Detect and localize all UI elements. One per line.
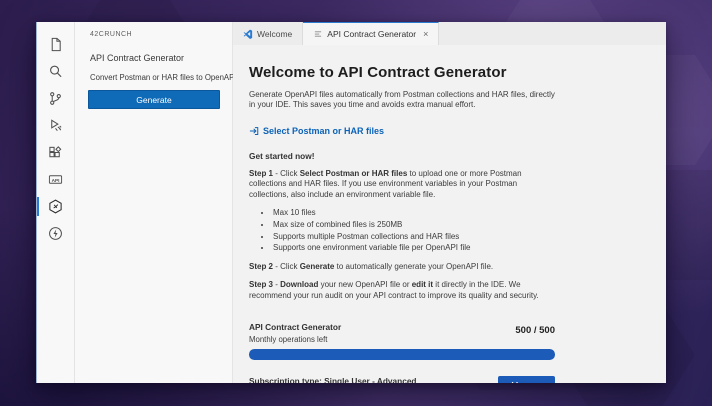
- get-started-heading: Get started now!: [249, 150, 315, 161]
- svg-text:API: API: [52, 178, 60, 183]
- vscode-logo-icon: [243, 29, 253, 39]
- generate-button[interactable]: Generate: [88, 90, 220, 109]
- tab-close-icon[interactable]: ×: [423, 29, 428, 39]
- select-files-link[interactable]: Select Postman or HAR files: [249, 126, 555, 136]
- list-item: Max 10 files: [272, 207, 555, 219]
- list-item: Supports one environment variable file p…: [272, 242, 555, 254]
- sidebar-extension-title: API Contract Generator: [90, 53, 185, 63]
- limits-list: Max 10 files Max size of combined files …: [264, 207, 555, 253]
- list-item: Supports multiple Postman collections an…: [272, 231, 555, 243]
- operations-progress-bar: [249, 349, 555, 361]
- explorer-icon[interactable]: [37, 31, 74, 58]
- editor-group: Welcome API Contract Generator × Welcome…: [233, 22, 666, 383]
- preview-lines-icon: [313, 29, 323, 39]
- search-icon[interactable]: [37, 58, 74, 85]
- usage-section: API Contract Generator Monthly operation…: [249, 322, 555, 344]
- tab-welcome-label: Welcome: [257, 28, 293, 39]
- sidebar-header: 42CRUNCH: [90, 31, 133, 38]
- tab-active-label: API Contract Generator: [327, 29, 417, 39]
- usage-title: API Contract Generator: [249, 322, 342, 333]
- usage-count: 500 / 500: [515, 325, 555, 337]
- subscription-section: Subscription type: Single User - Advance…: [249, 376, 555, 383]
- vscode-window: API 42CRUNCH API Contract Generator Conv…: [36, 22, 666, 383]
- step3-text: Step 3 - Download your new OpenAPI file …: [249, 280, 539, 300]
- intro-text: Generate OpenAPI files automatically fro…: [249, 90, 555, 110]
- usage-subtitle: Monthly operations left: [249, 335, 328, 345]
- subscription-title: Subscription type: Single User - Advance…: [249, 376, 417, 383]
- import-icon: [249, 126, 259, 135]
- tab-welcome[interactable]: Welcome: [233, 22, 304, 45]
- list-item: Max size of combined files is 250MB: [272, 219, 555, 231]
- run-debug-icon[interactable]: [37, 112, 74, 139]
- tab-bar: Welcome API Contract Generator ×: [233, 22, 666, 45]
- openapi-icon[interactable]: API: [37, 166, 74, 193]
- activity-bar: API: [37, 22, 75, 383]
- source-control-icon[interactable]: [37, 85, 74, 112]
- step2-text: Step 2 - Click Generate to automatically…: [249, 261, 494, 271]
- select-files-label: Select Postman or HAR files: [263, 125, 385, 136]
- extensions-icon[interactable]: [37, 139, 74, 166]
- manage-button[interactable]: Manage: [498, 376, 555, 383]
- sidebar-extension-subtitle: Convert Postman or HAR files to OpenAPI.: [90, 73, 239, 82]
- webview-content: Welcome to API Contract Generator Genera…: [233, 45, 666, 383]
- thunder-client-icon[interactable]: [37, 220, 74, 247]
- sidebar-panel: 42CRUNCH API Contract Generator Convert …: [75, 22, 239, 383]
- page-title: Welcome to API Contract Generator: [249, 64, 507, 81]
- 42crunch-icon[interactable]: [37, 193, 74, 220]
- tab-api-contract-generator[interactable]: API Contract Generator ×: [303, 22, 440, 45]
- step1-text: Step 1 - Click Select Postman or HAR fil…: [249, 168, 522, 199]
- progress-fill: [249, 349, 555, 361]
